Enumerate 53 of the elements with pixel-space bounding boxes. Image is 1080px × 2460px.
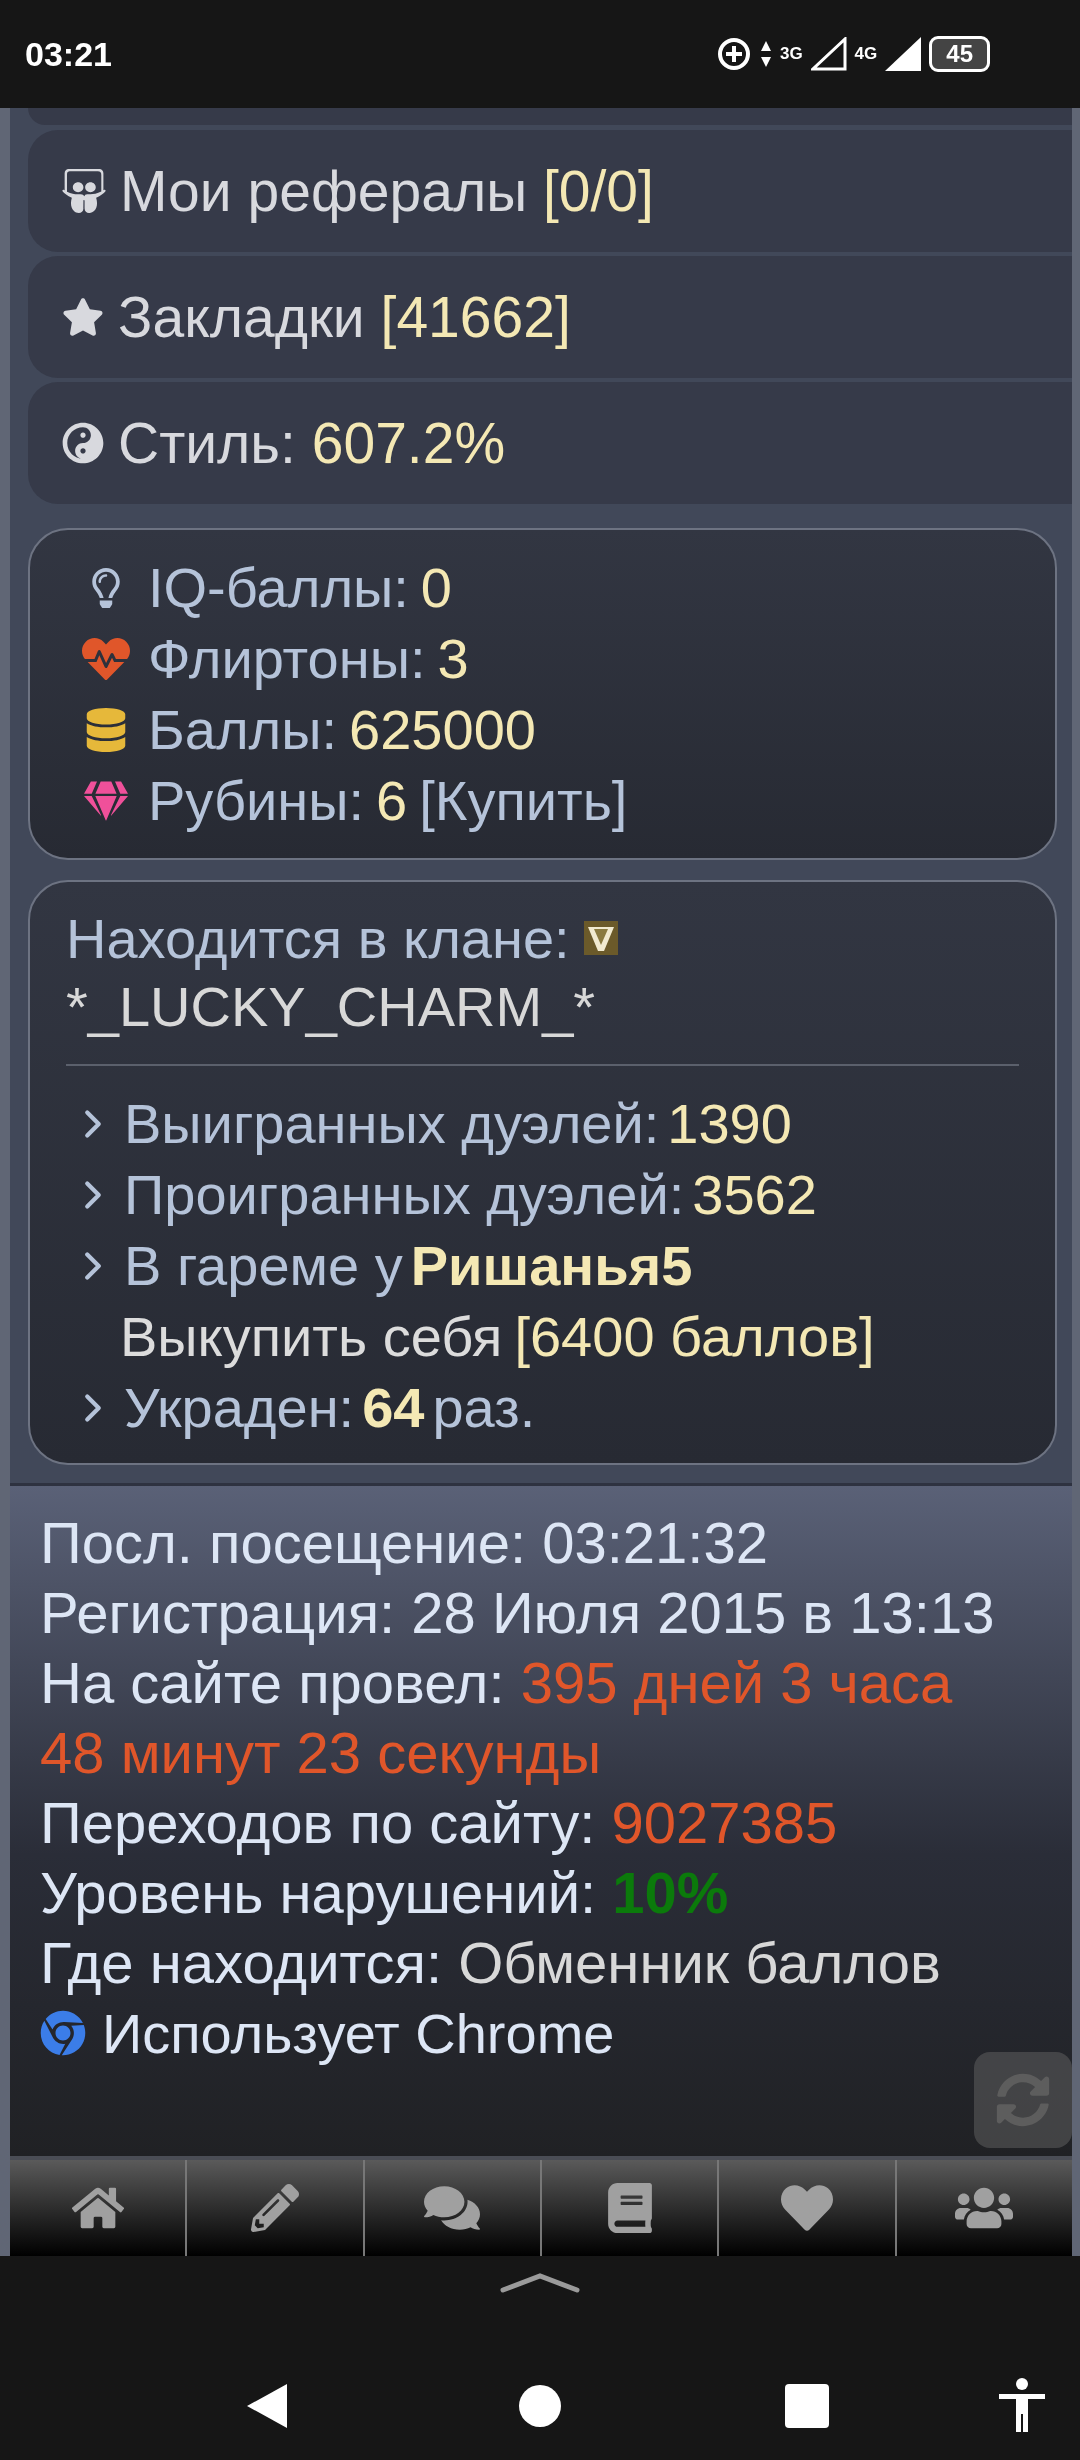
menu-item[interactable]: Закладки [41662]	[28, 256, 1072, 378]
info-line: Где находится: Обменник баллов	[40, 1929, 942, 1997]
duel-value: 3562	[692, 1162, 817, 1227]
browser-text: Использует Chrome	[102, 2000, 615, 2066]
duel-label: Проигранных дуэлей:	[124, 1162, 685, 1227]
stat-label: Флиртоны:	[148, 626, 426, 691]
ransom-label: Выкупить себя	[120, 1304, 503, 1369]
info-line: Посл. посещение: 03:21:32	[40, 1509, 769, 1577]
info-line: Регистрация: 28 Июля 2015 в 13:13	[40, 1579, 996, 1647]
stat-label: IQ-баллы:	[148, 555, 409, 620]
network-type: 3G	[779, 44, 803, 64]
home-button[interactable]	[519, 2385, 561, 2427]
people-icon	[62, 169, 106, 213]
duel-label: В гареме у	[124, 1233, 403, 1298]
info-line: Переходов по сайту: 9027385	[40, 1789, 839, 1857]
refresh-icon	[996, 2073, 1050, 2127]
info-line: На сайте провел: 395 дней 3 часа 48 минут 23 секунды	[40, 1649, 954, 1787]
network-type: 4G	[854, 44, 878, 64]
ransom-link[interactable]: [6400 баллов]	[514, 1304, 875, 1369]
accessibility-button[interactable]	[997, 2378, 1047, 2434]
chrome-icon	[40, 2010, 86, 2056]
duel-value: 64	[362, 1375, 425, 1440]
data-saver-icon	[715, 36, 752, 72]
menu-item[interactable]: Мои рефералы [0/0]	[28, 130, 1072, 252]
battery-level: 45	[929, 36, 990, 72]
stat-label: Рубины:	[148, 768, 365, 833]
duel-label: Выигранных дуэлей:	[124, 1091, 660, 1156]
menu-item[interactable]: Стиль: 607.2%	[28, 382, 1072, 504]
pencil-icon	[251, 2184, 299, 2232]
coins-icon	[84, 707, 128, 752]
stat-value: 0	[420, 555, 452, 620]
duel-value: Ришанья5	[410, 1233, 693, 1298]
duel-suffix: раз.	[432, 1375, 536, 1440]
yin-yang-icon	[62, 422, 104, 464]
stat-value: 6	[376, 768, 408, 833]
stat-label: Баллы:	[148, 697, 338, 762]
clan-name[interactable]: *_LUCKY_CHARM_*	[66, 973, 596, 1039]
data-arrows-icon	[759, 39, 772, 69]
buy-link[interactable]: [Купить]	[419, 768, 628, 833]
duel-label: Украден:	[124, 1375, 355, 1440]
clan-label: Находится в клане:	[66, 905, 570, 971]
back-button[interactable]	[245, 2382, 289, 2430]
info-line: Уровень нарушений: 10%	[40, 1859, 730, 1927]
signal-icon	[810, 37, 847, 71]
status-time: 03:21	[25, 34, 112, 74]
caret-up-icon[interactable]	[500, 2272, 580, 2294]
heart-icon	[780, 2182, 833, 2234]
duel-value: 1390	[667, 1091, 792, 1156]
star-icon	[62, 296, 104, 338]
stat-value: 625000	[349, 697, 536, 762]
signal-icon	[885, 37, 922, 71]
stat-value: 3	[437, 626, 469, 691]
gem-icon	[84, 778, 128, 823]
